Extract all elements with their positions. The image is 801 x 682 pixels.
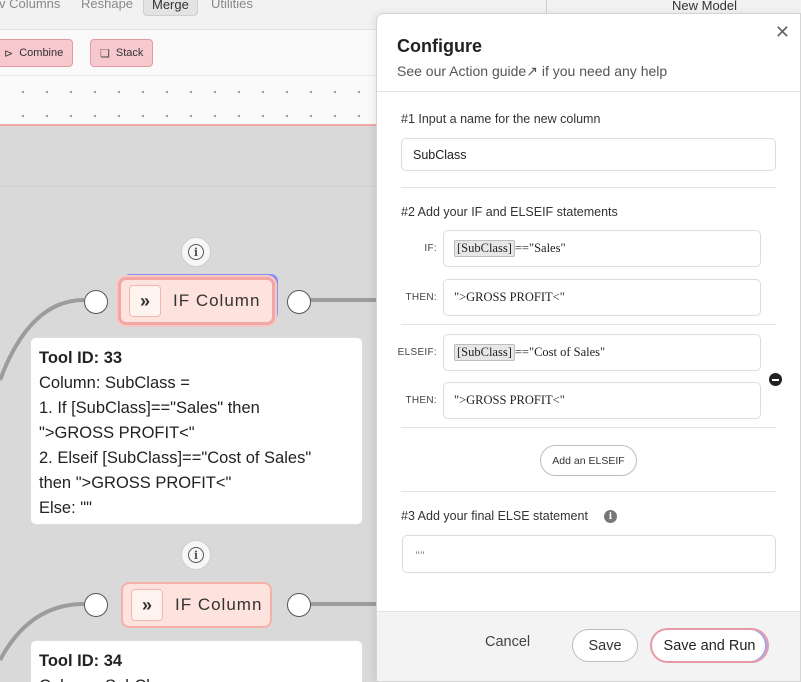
node-info-button[interactable]: i: [181, 237, 211, 267]
if-then-input[interactable]: ">GROSS PROFIT<": [443, 279, 761, 316]
node-output-port[interactable]: [287, 290, 311, 314]
tool-description-card: Tool ID: 33 Column: SubClass = 1. If [Su…: [30, 337, 363, 525]
subtitle-prefix: See our: [397, 63, 450, 79]
then-label: THEN:: [405, 395, 437, 406]
node-output-port[interactable]: [287, 593, 311, 617]
info-icon: i: [188, 547, 204, 563]
card-line: Else: "": [39, 499, 92, 517]
card-line: Column: SubClass =: [39, 674, 354, 682]
if-column-node-33[interactable]: » IF Column: [118, 277, 275, 325]
external-link-icon: ↗: [526, 63, 538, 79]
tool-id: Tool ID: 33: [39, 349, 123, 367]
panel-footer: Cancel Save Save and Run: [377, 611, 800, 681]
save-and-run-button[interactable]: Save and Run: [650, 628, 769, 663]
step3-label: #3 Add your final ELSE statement: [401, 509, 588, 523]
card-line: 1. If [SubClass]=="Sales" then: [39, 399, 260, 417]
tool-id: Tool ID: 34: [39, 652, 123, 670]
elseif-condition-text: =="Cost of Sales": [514, 345, 606, 359]
node-label: IF Column: [173, 291, 261, 310]
section-divider: [401, 491, 776, 492]
column-token[interactable]: [SubClass]: [454, 240, 515, 257]
configure-panel: Configure See our Action guide↗ if you n…: [376, 13, 801, 682]
cancel-button[interactable]: Cancel: [485, 634, 530, 650]
node-info-button[interactable]: i: [181, 540, 211, 570]
tool-description-card: Tool ID: 34 Column: SubClass =: [30, 640, 363, 682]
card-line: 2. Elseif [SubClass]=="Cost of Sales": [39, 449, 312, 467]
if-label: IF:: [424, 243, 437, 254]
action-guide-link[interactable]: Action guide: [449, 63, 526, 79]
section-divider: [401, 427, 776, 428]
panel-title: Configure: [397, 36, 482, 56]
if-condition-text: =="Sales": [514, 241, 566, 255]
double-chevron-icon: »: [129, 285, 161, 317]
elseif-then-text: ">GROSS PROFIT<": [454, 393, 565, 407]
panel-header: Configure See our Action guide↗ if you n…: [377, 14, 800, 92]
column-token[interactable]: [SubClass]: [454, 344, 515, 361]
subtitle-suffix: if you need any help: [537, 63, 668, 79]
info-icon[interactable]: i: [604, 510, 617, 523]
remove-elseif-icon[interactable]: [769, 373, 782, 386]
card-line: ">GROSS PROFIT<": [39, 424, 195, 442]
if-then-text: ">GROSS PROFIT<": [454, 290, 565, 304]
step2-label: #2 Add your IF and ELSEIF statements: [401, 205, 618, 219]
else-statement-input[interactable]: "": [402, 535, 776, 573]
if-condition-input[interactable]: [SubClass] =="Sales": [443, 230, 761, 267]
if-column-node-34[interactable]: » IF Column: [121, 582, 272, 628]
elseif-condition-input[interactable]: [SubClass] =="Cost of Sales": [443, 334, 761, 371]
node-label: IF Column: [175, 595, 263, 614]
card-line: Column: SubClass =: [39, 374, 190, 392]
node-input-port[interactable]: [84, 290, 108, 314]
node-input-port[interactable]: [84, 593, 108, 617]
info-icon: i: [188, 244, 204, 260]
panel-subtitle: See our Action guide↗ if you need any he…: [397, 63, 667, 80]
double-chevron-icon: »: [131, 589, 163, 621]
add-elseif-button[interactable]: Add an ELSEIF: [540, 445, 637, 476]
section-divider: [401, 187, 776, 188]
elseif-label: ELSEIF:: [397, 347, 437, 358]
section-divider: [401, 324, 776, 325]
elseif-then-input[interactable]: ">GROSS PROFIT<": [443, 382, 761, 419]
column-name-input[interactable]: SubClass: [401, 138, 776, 171]
save-button[interactable]: Save: [572, 629, 638, 662]
close-icon[interactable]: ✕: [775, 22, 790, 43]
then-label: THEN:: [405, 292, 437, 303]
step1-label: #1 Input a name for the new column: [401, 112, 601, 126]
card-line: then ">GROSS PROFIT<": [39, 474, 232, 492]
